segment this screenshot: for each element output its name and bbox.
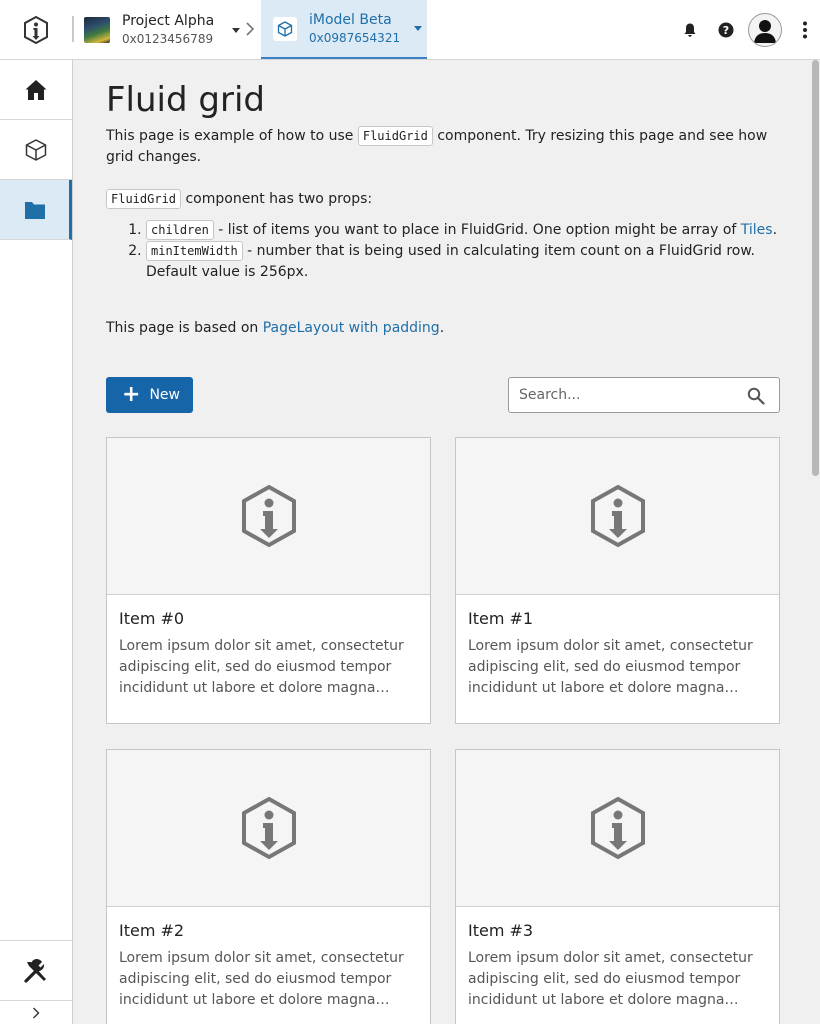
sidebar-expand-button[interactable] xyxy=(0,1000,72,1024)
project-selector[interactable]: Project Alpha 0x0123456789 xyxy=(84,8,241,52)
prop1-end: . xyxy=(772,222,778,238)
intro-paragraph: This page is example of how to use Fluid… xyxy=(106,126,780,168)
pagelayout-link[interactable]: PageLayout with padding xyxy=(263,320,440,336)
intro-code: FluidGrid xyxy=(357,126,433,146)
prop1-text: - list of items you want to place in Flu… xyxy=(218,222,737,238)
more-button[interactable] xyxy=(792,12,818,48)
project-title: Project Alpha xyxy=(122,13,215,29)
chevron-down-icon xyxy=(232,27,241,33)
tile-description: Lorem ipsum dolor sit amet, consectetur … xyxy=(119,638,404,696)
tile-name: Item #2 xyxy=(119,921,185,940)
tools-icon xyxy=(24,958,46,983)
tile-item-3[interactable]: Item #3 Lorem ipsum dolor sit amet, cons… xyxy=(455,749,780,1024)
tile-thumbnail xyxy=(107,750,430,907)
prop-item-minitemwidth: minItemWidth - number that is being used… xyxy=(146,241,780,283)
app-header: Project Alpha 0x0123456789 iModel Beta 0… xyxy=(0,0,820,60)
prop2-code: minItemWidth xyxy=(146,241,243,261)
home-icon xyxy=(25,79,47,100)
sidebar-item-folder[interactable] xyxy=(0,180,72,240)
svg-text:?: ? xyxy=(723,24,729,37)
based-prefix: This page is based on xyxy=(106,320,259,336)
info-hexagon-icon xyxy=(590,796,645,860)
new-button[interactable]: + New xyxy=(106,377,193,413)
tile-item-2[interactable]: Item #2 Lorem ipsum dolor sit amet, cons… xyxy=(106,749,431,1024)
cube-icon xyxy=(273,16,297,41)
main-scrollbar[interactable] xyxy=(810,60,820,1024)
folder-icon xyxy=(24,201,45,219)
chevron-down-icon xyxy=(414,26,423,31)
more-vertical-icon xyxy=(803,21,807,38)
project-thumbnail xyxy=(84,17,110,43)
user-avatar-button[interactable] xyxy=(748,12,782,47)
info-hexagon-icon xyxy=(590,484,645,548)
sidebar-item-home[interactable] xyxy=(0,60,72,120)
prop-item-children: children - list of items you want to pla… xyxy=(146,220,780,241)
page-title: Fluid grid xyxy=(106,80,265,120)
tile-name: Item #0 xyxy=(119,609,185,628)
tile-item-0[interactable]: Item #0 Lorem ipsum dolor sit amet, cons… xyxy=(106,437,431,724)
tile-thumbnail xyxy=(456,750,779,907)
info-hexagon-icon xyxy=(241,484,296,548)
chevron-right-icon xyxy=(246,22,255,40)
prop1-code: children xyxy=(146,220,214,240)
project-id: 0x0123456789 xyxy=(122,32,214,46)
tiles-link[interactable]: Tiles xyxy=(741,222,773,238)
header-divider xyxy=(72,16,74,42)
props-paragraph: FluidGrid component has two props: xyxy=(106,189,780,210)
tile-item-1[interactable]: Item #1 Lorem ipsum dolor sit amet, cons… xyxy=(455,437,780,724)
page-content: Fluid grid This page is example of how t… xyxy=(106,80,780,339)
plus-icon: + xyxy=(122,382,141,407)
info-hexagon-icon xyxy=(241,796,296,860)
props-text: component has two props: xyxy=(185,191,373,207)
search-input[interactable] xyxy=(519,387,739,403)
props-code: FluidGrid xyxy=(106,189,182,209)
tile-thumbnail xyxy=(107,438,430,595)
based-on-paragraph: This page is based on PageLayout with pa… xyxy=(106,318,780,339)
based-end: . xyxy=(439,320,445,336)
tile-description: Lorem ipsum dolor sit amet, consectetur … xyxy=(119,950,404,1008)
main-content: Fluid grid This page is example of how t… xyxy=(73,60,810,1024)
search-icon[interactable] xyxy=(747,387,765,405)
grid-toolbar: + New xyxy=(106,377,780,413)
imodel-id: 0x0987654321 xyxy=(309,30,401,45)
app-logo-icon xyxy=(24,15,48,44)
cube-icon xyxy=(25,138,47,161)
intro-prefix: This page is example of how to use xyxy=(106,128,354,144)
imodel-selector[interactable]: iModel Beta 0x0987654321 xyxy=(261,0,427,59)
help-icon: ? xyxy=(718,22,734,37)
bell-icon xyxy=(684,23,696,37)
new-button-label: New xyxy=(149,387,180,403)
sidebar-item-imodel[interactable] xyxy=(0,120,72,180)
sidebar-item-tools[interactable] xyxy=(0,940,72,1000)
tile-name: Item #1 xyxy=(468,609,534,628)
notifications-button[interactable] xyxy=(672,12,708,48)
tile-description: Lorem ipsum dolor sit amet, consectetur … xyxy=(468,950,753,1008)
imodel-title: iModel Beta xyxy=(309,11,392,28)
tile-thumbnail xyxy=(456,438,779,595)
chevron-right-icon xyxy=(33,1007,40,1018)
tile-name: Item #3 xyxy=(468,921,534,940)
props-list: children - list of items you want to pla… xyxy=(146,220,780,283)
help-button[interactable]: ? xyxy=(708,12,744,48)
user-avatar-icon xyxy=(754,19,776,43)
search-box xyxy=(508,377,780,413)
app-logo[interactable] xyxy=(0,0,72,59)
scrollbar-thumb[interactable] xyxy=(812,60,819,476)
side-navigation xyxy=(0,60,73,1024)
tile-description: Lorem ipsum dolor sit amet, consectetur … xyxy=(468,638,753,696)
